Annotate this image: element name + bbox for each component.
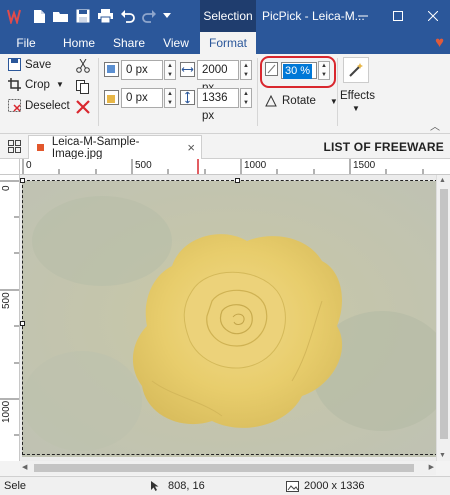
scroll-down-icon[interactable]: ▼: [439, 452, 446, 459]
document-tab[interactable]: Leica-M-Sample-Image.jpg ×: [28, 135, 202, 160]
crop-dropdown-icon[interactable]: ▼: [56, 80, 64, 89]
width-field[interactable]: 2000 px: [197, 60, 239, 94]
watermark-label: LIST OF FREEWARE: [323, 140, 444, 154]
tab-format[interactable]: Format: [200, 32, 256, 54]
tab-home[interactable]: Home: [56, 32, 102, 54]
ruler-label: 0: [1, 185, 12, 191]
separator: [337, 58, 338, 126]
status-text: Sele: [4, 480, 27, 492]
open-folder-icon[interactable]: [50, 5, 72, 27]
effects-label: Effects: [340, 90, 375, 102]
context-tab-selection: Selection: [200, 0, 256, 32]
horizontal-scroll-thumb[interactable]: [34, 464, 414, 472]
title-bar: Selection PicPick - Leica-M...: [0, 0, 450, 32]
deselect-label: Deselect: [25, 99, 70, 112]
y-position-field[interactable]: 0 px: [121, 88, 163, 108]
rotate-label: Rotate: [282, 95, 316, 107]
delete-icon[interactable]: [76, 100, 94, 114]
modified-dot-icon: [37, 144, 44, 151]
close-tab-icon[interactable]: ×: [187, 140, 195, 155]
effects-dropdown-icon[interactable]: ▼: [352, 104, 360, 113]
selection-handle[interactable]: [235, 178, 240, 183]
selection-handle[interactable]: [20, 321, 25, 326]
crop-label: Crop: [25, 78, 50, 91]
crop-button[interactable]: Crop ▼: [8, 78, 64, 91]
scroll-left-icon[interactable]: ◀: [22, 463, 27, 471]
zoom-callout-highlight: [260, 56, 336, 88]
ruler-corner: [0, 159, 20, 175]
save-label: Save: [25, 58, 52, 71]
app-logo-icon[interactable]: [0, 5, 28, 27]
minimize-button[interactable]: [346, 0, 380, 32]
maximize-button[interactable]: [381, 0, 415, 32]
vertical-scroll-thumb[interactable]: [440, 189, 448, 439]
vertical-ruler: 0 500 1000: [0, 175, 20, 461]
ruler-label: 500: [135, 160, 152, 171]
new-file-icon[interactable]: [28, 5, 50, 27]
x-position-spinner[interactable]: ▲ ▼: [164, 60, 176, 80]
image-canvas[interactable]: [20, 175, 450, 461]
deselect-button[interactable]: Deselect: [8, 99, 70, 112]
effects-button[interactable]: Effects: [340, 90, 375, 102]
save-disk-icon[interactable]: [72, 5, 94, 27]
scroll-up-icon[interactable]: ▲: [439, 177, 446, 184]
horizontal-scrollbar[interactable]: ◀ ▶: [20, 461, 436, 475]
image-size-icon: [286, 477, 299, 495]
scroll-right-icon[interactable]: ▶: [429, 463, 434, 471]
ruler-label: 500: [1, 292, 12, 309]
image-size: 2000 x 1336: [304, 480, 365, 492]
save-button[interactable]: Save: [8, 58, 51, 71]
heart-icon[interactable]: ♥: [435, 34, 444, 51]
tab-share[interactable]: Share: [110, 32, 148, 54]
print-icon[interactable]: [94, 5, 116, 27]
cursor-position: 808, 16: [168, 480, 205, 492]
ribbon-tabs: File Home Share View Format ♥: [0, 32, 450, 54]
status-bar: Sele 808, 16 2000 x 1336: [0, 476, 450, 495]
separator: [257, 58, 258, 126]
tab-view[interactable]: View: [158, 32, 194, 54]
height-field[interactable]: 1336 px: [197, 88, 239, 122]
horizontal-ruler: 0 500 1000 1500: [20, 159, 450, 175]
undo-icon[interactable]: [116, 5, 138, 27]
height-spinner[interactable]: ▲ ▼: [240, 88, 252, 108]
width-spinner[interactable]: ▲ ▼: [240, 60, 252, 80]
ruler-label: 0: [26, 160, 32, 171]
document-tab-title: Leica-M-Sample-Image.jpg: [51, 135, 140, 160]
customize-qat-icon[interactable]: [160, 5, 174, 27]
quick-access-toolbar: [0, 0, 174, 32]
redo-icon[interactable]: [138, 5, 160, 27]
y-position-spinner[interactable]: ▲ ▼: [164, 88, 176, 108]
document-tab-bar: Leica-M-Sample-Image.jpg × LIST OF FREEW…: [0, 135, 450, 160]
cursor-icon: [150, 477, 160, 495]
rotate-button[interactable]: Rotate ▼: [264, 94, 338, 108]
cut-icon[interactable]: [76, 59, 94, 73]
collapse-ribbon-icon[interactable]: ︿: [430, 118, 440, 133]
tab-file[interactable]: File: [8, 32, 44, 54]
selection-handle[interactable]: [20, 178, 25, 183]
ruler-label: 1500: [353, 160, 376, 171]
effects-wand-icon[interactable]: [343, 57, 369, 83]
separator: [98, 58, 99, 126]
ruler-label: 1000: [1, 400, 12, 423]
ribbon: Save Crop ▼ Deselect 0 px ▲▼ 2000 px ▲▼ …: [0, 54, 450, 134]
ruler-label: 1000: [244, 160, 267, 171]
rose-photo: [22, 181, 438, 457]
grid-view-icon[interactable]: [8, 140, 21, 153]
x-position-field[interactable]: 0 px: [121, 60, 163, 80]
close-button[interactable]: [416, 0, 450, 32]
vertical-scrollbar[interactable]: ▲ ▼: [436, 175, 450, 461]
copy-icon[interactable]: [76, 80, 94, 94]
